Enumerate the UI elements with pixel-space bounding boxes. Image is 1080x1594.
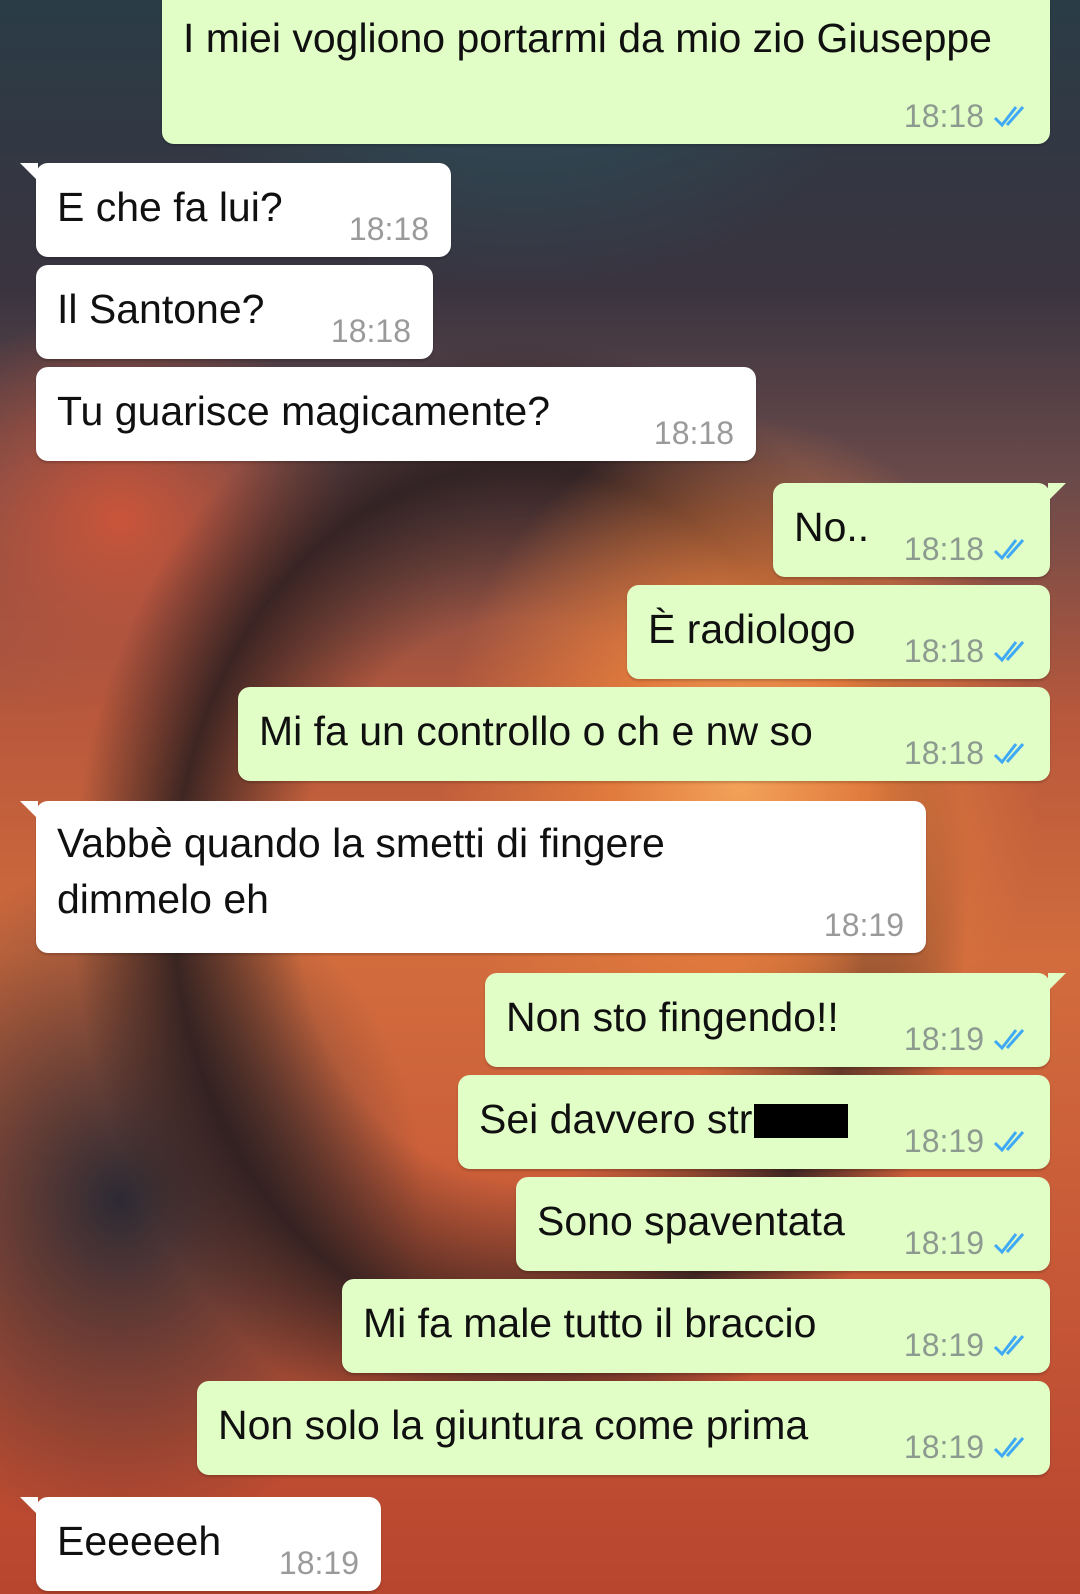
message-time: 18:18 (903, 633, 984, 669)
message-bubble-incoming[interactable]: Il Santone? 18:18 (36, 265, 433, 359)
message-time: 18:19 (903, 1123, 984, 1159)
double-check-icon (993, 539, 1025, 561)
chat-message-list[interactable]: I miei vogliono portarmi da mio zio Gius… (0, 0, 1080, 1594)
double-check-icon (993, 1029, 1025, 1051)
message-text: E che fa lui? (57, 184, 283, 230)
message-time: 18:18 (653, 415, 734, 451)
message-text: Tu guarisce magicamente? (57, 388, 551, 434)
message-meta: 18:18 (331, 313, 411, 349)
message-meta: 18:19 (904, 1021, 1032, 1057)
message-time: 18:18 (330, 313, 411, 349)
message-meta: 18:19 (904, 1327, 1032, 1363)
message-meta: 18:18 (904, 633, 1032, 669)
message-text: Mi fa male tutto il braccio (363, 1300, 817, 1346)
message-text: I miei vogliono portarmi da mio zio Gius… (183, 15, 992, 61)
message-text: Vabbè quando la smetti di fingere dimmel… (57, 820, 665, 922)
message-bubble-outgoing[interactable]: Non sto fingendo!! 18:19 (485, 973, 1066, 1067)
message-meta: 18:18 (904, 735, 1032, 771)
message-meta: 18:19 (904, 1429, 1032, 1465)
message-time: 18:19 (903, 1225, 984, 1261)
bubble-tail (20, 1497, 38, 1515)
message-meta: 18:18 (904, 531, 1032, 567)
message-text: Non solo la giuntura come prima (218, 1402, 809, 1448)
message-bubble-outgoing[interactable]: Mi fa un controllo o ch e nw so 18:18 (238, 687, 1050, 781)
message-bubble-outgoing[interactable]: No.. 18:18 (773, 483, 1066, 577)
message-meta: 18:19 (904, 1123, 1032, 1159)
message-meta: 18:19 (824, 907, 904, 943)
message-time: 18:19 (903, 1021, 984, 1057)
double-check-icon (993, 743, 1025, 765)
message-bubble-incoming[interactable]: Eeeeeeh 18:19 (20, 1497, 381, 1591)
message-time: 18:19 (903, 1327, 984, 1363)
bubble-tail (1048, 483, 1066, 501)
message-bubble-incoming[interactable]: Tu guarisce magicamente? 18:18 (36, 367, 756, 461)
double-check-icon (993, 1131, 1025, 1153)
message-bubble-outgoing[interactable]: Mi fa male tutto il braccio 18:19 (342, 1279, 1050, 1373)
bubble-tail (20, 163, 38, 181)
double-check-icon (993, 641, 1025, 663)
double-check-icon (993, 1437, 1025, 1459)
message-text: Sono spaventata (537, 1198, 845, 1244)
message-text: È radiologo (648, 606, 856, 652)
message-meta: 18:18 (349, 211, 429, 247)
redaction-box (754, 1104, 849, 1138)
double-check-icon (993, 106, 1025, 128)
message-time: 18:18 (903, 531, 984, 567)
message-text: Eeeeeeh (57, 1518, 222, 1564)
bubble-tail (20, 801, 38, 819)
message-time: 18:18 (348, 211, 429, 247)
message-meta: 18:19 (904, 1225, 1032, 1261)
double-check-icon (993, 1335, 1025, 1357)
message-time: 18:19 (278, 1545, 359, 1581)
message-meta: 18:18 (904, 98, 1032, 134)
message-bubble-outgoing[interactable]: Sei davvero str 18:19 (458, 1075, 1050, 1169)
double-check-icon (993, 1233, 1025, 1255)
message-bubble-outgoing[interactable]: Non solo la giuntura come prima 18:19 (197, 1381, 1050, 1475)
bubble-tail (1048, 973, 1066, 991)
message-bubble-outgoing[interactable]: È radiologo 18:18 (627, 585, 1050, 679)
message-text: Sei davvero str (479, 1096, 753, 1142)
message-bubble-incoming[interactable]: Vabbè quando la smetti di fingere dimmel… (20, 801, 926, 953)
message-bubble-outgoing[interactable]: I miei vogliono portarmi da mio zio Gius… (162, 0, 1050, 144)
message-time: 18:19 (903, 1429, 984, 1465)
message-bubble-incoming[interactable]: E che fa lui? 18:18 (20, 163, 451, 257)
message-meta: 18:19 (279, 1545, 359, 1581)
message-text: No.. (794, 504, 870, 550)
message-text: Mi fa un controllo o ch e nw so (259, 708, 813, 754)
message-text: Non sto fingendo!! (506, 994, 839, 1040)
message-text: Il Santone? (57, 286, 265, 332)
message-meta: 18:18 (654, 415, 734, 451)
message-time: 18:18 (903, 735, 984, 771)
message-bubble-outgoing[interactable]: Sono spaventata 18:19 (516, 1177, 1050, 1271)
message-time: 18:18 (903, 98, 984, 134)
message-time: 18:19 (823, 907, 904, 943)
